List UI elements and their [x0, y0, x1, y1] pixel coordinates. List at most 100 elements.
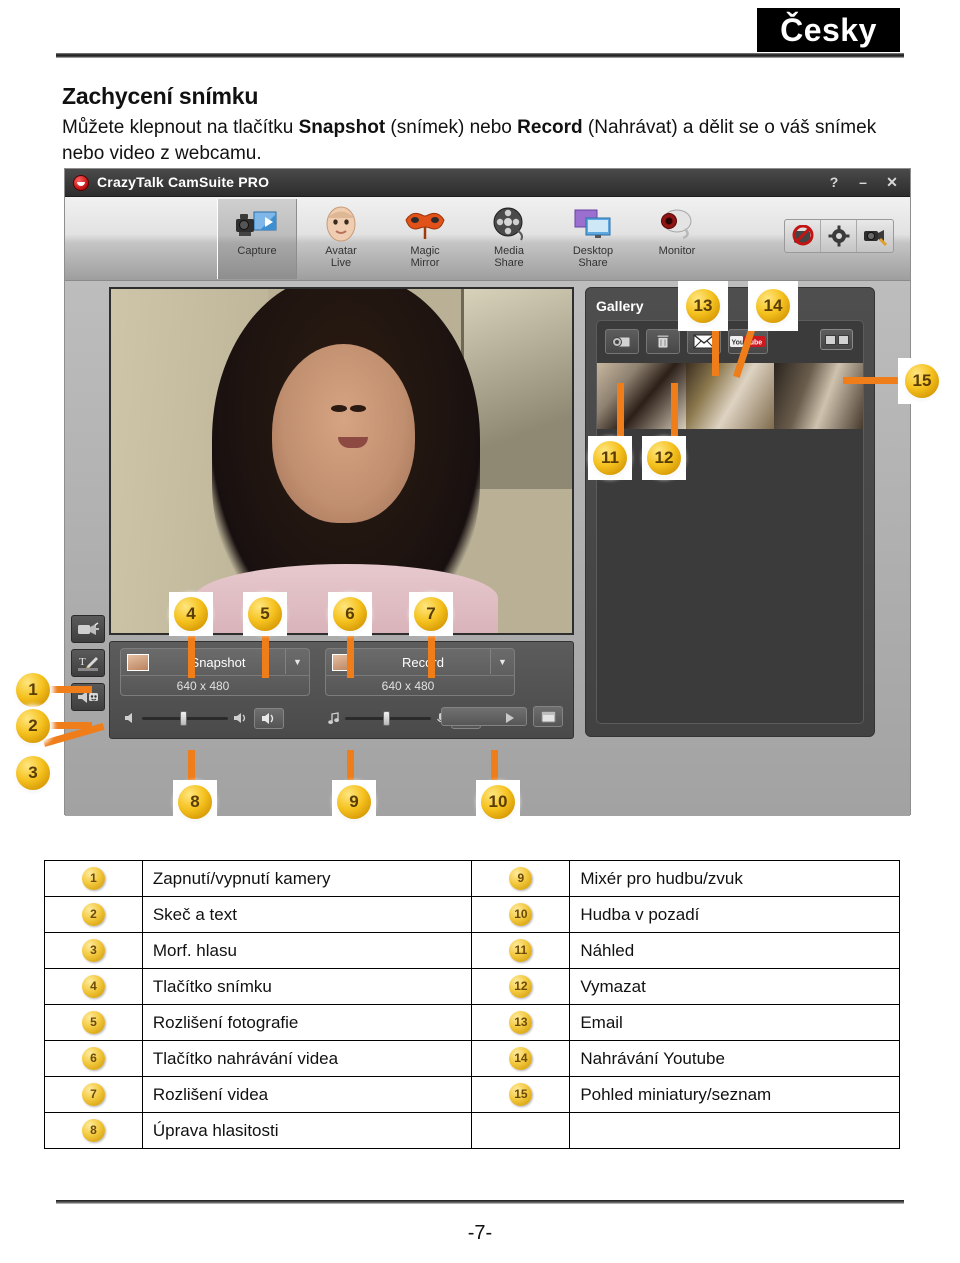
snapshot-thumb-icon: [127, 653, 149, 671]
camera-setup-icon[interactable]: [857, 220, 893, 252]
legend-num-cell: 8: [44, 1112, 143, 1149]
header-divider: [56, 53, 904, 58]
callout-marker-6: 6: [333, 597, 367, 631]
preview-icon[interactable]: [605, 329, 639, 354]
sketch-text-icon[interactable]: T: [71, 649, 105, 677]
feed-eye-right: [349, 404, 366, 412]
minimize-button[interactable]: –: [855, 173, 871, 191]
legend-num-cell: 1: [44, 860, 143, 897]
camera-toggle-icon[interactable]: [71, 615, 105, 643]
legend-num-cell: 5: [44, 1004, 143, 1041]
legend-num-cell: 3: [44, 932, 143, 969]
gallery-thumbnail-strip: [597, 363, 863, 429]
legend-num-cell: 4: [44, 968, 143, 1005]
callout-marker-3: 3: [16, 756, 50, 790]
gallery-content: You Tube: [596, 320, 864, 724]
volume-slider[interactable]: [142, 711, 228, 726]
snapshot-button-group[interactable]: Snapshot ▼ 640 x 480: [120, 648, 310, 696]
legend-badge: 11: [509, 939, 533, 962]
gallery-thumbnail[interactable]: [774, 363, 863, 429]
callout-marker-7: 7: [414, 597, 448, 631]
body-text-part2: (snímek) nebo: [385, 117, 518, 138]
title-bar: CrazyTalk CamSuite PRO ? – ✕: [65, 169, 910, 197]
table-row: 8 Úprava hlasitosti: [44, 1112, 900, 1149]
legend-text-cell: Náhled: [569, 932, 900, 969]
callout-marker-9: 9: [337, 785, 371, 819]
page-number: -7-: [467, 1222, 493, 1244]
body-text-part1: Můžete klepnout na tlačítku: [62, 117, 299, 138]
tab-magic-mirror[interactable]: Magic Mirror: [385, 199, 465, 279]
legend-badge: 10: [509, 903, 533, 926]
close-button[interactable]: ✕: [884, 173, 900, 191]
legend-num-cell: 13: [471, 1004, 571, 1041]
feed-face: [272, 344, 416, 523]
tab-magic-mirror-label-1: Magic: [410, 245, 440, 257]
emoticon-off-icon[interactable]: [785, 220, 821, 252]
mute-toggle-button[interactable]: [254, 707, 284, 729]
legend-text-cell: Tlačítko nahrávání videa: [141, 1040, 473, 1077]
legend-text-cell: Úprava hlasitosti: [141, 1112, 473, 1149]
record-dropdown-arrow-icon[interactable]: ▼: [490, 649, 514, 674]
volume-slider-knob[interactable]: [179, 711, 187, 726]
music-note-icon: [328, 711, 339, 724]
music-slider-knob[interactable]: [382, 711, 390, 726]
callout-marker-14: 14: [756, 289, 790, 323]
tab-media-share-label-1: Media: [494, 245, 524, 257]
face-icon: [301, 199, 381, 245]
legend-badge: 3: [81, 939, 105, 962]
legend-num-cell: 2: [44, 896, 143, 933]
callout-marker-5: 5: [248, 597, 282, 631]
tab-monitor-label: Monitor: [658, 245, 696, 257]
gear-icon[interactable]: [821, 220, 857, 252]
app-logo-icon: [73, 175, 89, 191]
background-music-browse-button[interactable]: [533, 706, 563, 727]
legend-num-cell: 9: [471, 860, 571, 897]
speaker-high-icon: [234, 713, 246, 723]
legend-badge: 12: [509, 975, 533, 998]
gallery-thumbnail[interactable]: [685, 363, 775, 429]
snapshot-resolution[interactable]: 640 x 480: [121, 675, 309, 695]
legend-text-cell: Skeč a text: [141, 896, 473, 933]
monitor-share-icon: [553, 199, 633, 245]
callout-marker-12: 12: [647, 441, 681, 475]
tab-desktop-share[interactable]: Desktop Share: [553, 199, 633, 279]
app-body: T Snapshot ▼ 640 x 480 Record ▼ 640 x 48…: [65, 281, 910, 816]
record-resolution[interactable]: 640 x 480: [326, 675, 514, 695]
snapshot-button[interactable]: Snapshot ▼: [121, 649, 309, 675]
legend-badge: 4: [81, 975, 105, 998]
legend-table: 1 Zapnutí/vypnutí kamery 9 Mixér pro hud…: [44, 860, 900, 1149]
legend-text-cell: Email: [569, 1004, 900, 1041]
film-reel-icon: [469, 199, 549, 245]
legend-text-cell: Hudba v pozadí: [569, 896, 900, 933]
callout-marker-1: 1: [16, 673, 50, 707]
toolbar-right-controls: [784, 219, 894, 253]
trash-icon[interactable]: [646, 329, 680, 354]
record-button[interactable]: Record ▼: [326, 649, 514, 675]
background-music-player[interactable]: [441, 707, 527, 726]
table-row: 7 Rozlišení videa 15 Pohled miniatury/se…: [44, 1076, 900, 1113]
tab-capture[interactable]: Capture: [217, 199, 297, 279]
music-slider[interactable]: [345, 711, 431, 726]
legend-text-cell: Rozlišení videa: [141, 1076, 473, 1113]
app-window: CrazyTalk CamSuite PRO ? – ✕ Capture Ava…: [64, 168, 911, 816]
table-row: 2 Skeč a text 10 Hudba v pozadí: [44, 896, 900, 933]
legend-badge: 6: [81, 1047, 105, 1070]
body-bold-snapshot: Snapshot: [298, 117, 386, 138]
page-title: Zachycení snímku: [62, 83, 259, 109]
video-preview[interactable]: [109, 287, 574, 635]
legend-badge: 8: [81, 1119, 105, 1142]
tab-monitor[interactable]: Monitor: [637, 199, 717, 279]
background-music-row: [441, 706, 563, 727]
app-title: CrazyTalk CamSuite PRO: [97, 174, 270, 190]
tab-avatar-live[interactable]: Avatar Live: [301, 199, 381, 279]
legend-text-cell: Vymazat: [569, 968, 900, 1005]
tab-media-share[interactable]: Media Share: [469, 199, 549, 279]
table-row: 5 Rozlišení fotografie 13 Email: [44, 1004, 900, 1041]
help-button[interactable]: ?: [826, 173, 842, 191]
gallery-panel: Gallery You Tube: [585, 287, 875, 737]
callout-marker-11: 11: [593, 441, 627, 475]
tab-desktop-share-label-1: Desktop: [572, 245, 614, 257]
legend-text-cell: Rozlišení fotografie: [141, 1004, 473, 1041]
thumbnail-list-toggle-icon[interactable]: [820, 329, 853, 350]
snapshot-dropdown-arrow-icon[interactable]: ▼: [285, 649, 309, 674]
